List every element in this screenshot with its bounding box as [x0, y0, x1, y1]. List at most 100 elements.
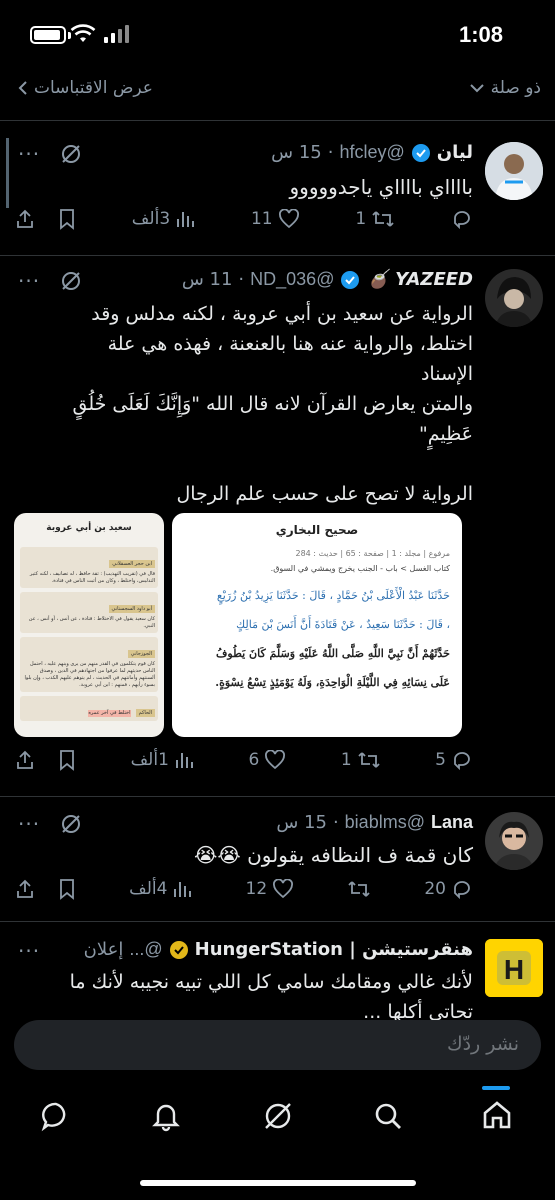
separator-dot: ·	[327, 142, 334, 163]
author-name[interactable]: هنقرستيشن | HungerStation	[195, 939, 473, 960]
search-icon[interactable]	[372, 1100, 404, 1132]
image-hadith-line: عَلَى نِسَائِهِ فِي اللَّيْلَةِ الْوَاحِ…	[215, 676, 450, 689]
bookmark-icon[interactable]	[58, 749, 76, 771]
share-icon[interactable]	[14, 878, 36, 900]
post-time[interactable]: 11 س	[182, 269, 233, 290]
post-text-line: تحاتي أكلها ...	[363, 1001, 473, 1021]
grok-icon[interactable]	[262, 1100, 294, 1132]
narrator-tag: الجوزجاني	[127, 650, 155, 658]
promoted-post[interactable]: H هنقرستيشن | HungerStation @... إعلان ·…	[0, 921, 555, 1021]
like-count: 12	[245, 879, 268, 899]
reply-composer[interactable]: نشر ردّك	[14, 1020, 541, 1070]
views-count: 3ألف	[131, 209, 171, 229]
repost-count: 1	[340, 750, 352, 770]
avatar[interactable]	[485, 812, 543, 870]
repost-icon	[358, 752, 380, 768]
repost-button[interactable]: 1	[355, 208, 395, 230]
author-name[interactable]: ليان	[437, 142, 473, 163]
chevron-left-icon	[18, 81, 27, 95]
status-bar: 1:08	[0, 0, 555, 70]
repost-count: 1	[355, 209, 367, 229]
avatar-image	[485, 812, 543, 870]
hungerstation-logo-icon: H	[485, 939, 543, 997]
battery-icon	[30, 26, 66, 44]
like-button[interactable]: 6	[248, 750, 286, 770]
avatar[interactable]: H	[485, 939, 543, 997]
svg-text:H: H	[504, 954, 524, 985]
more-options-icon[interactable]: ···	[18, 812, 40, 836]
save-share-group	[14, 749, 76, 771]
post-text: كان قمة ف النظافه يقولون 😭😭	[193, 843, 473, 867]
post-time[interactable]: 15 س	[276, 812, 327, 833]
views-button[interactable]: 1ألف	[131, 750, 194, 770]
repost-icon	[372, 211, 394, 227]
post-time[interactable]: 15 س	[271, 142, 322, 163]
narrator-text: اختلط في آخر عمره	[88, 710, 131, 717]
reply-button[interactable]: 20	[424, 878, 473, 900]
reply-post[interactable]: Lana @biablms · 15 س ··· كان قمة ف النظا…	[0, 796, 555, 921]
view-quotes-link[interactable]: عرض الاقتباسات	[18, 78, 153, 98]
verified-badge-icon	[411, 143, 430, 162]
home-icon[interactable]	[480, 1098, 514, 1132]
share-icon[interactable]	[14, 749, 36, 771]
post-text: الرواية عن سعيد بن أبي عروبة ، لكنه مدلس…	[13, 299, 473, 509]
heart-icon	[265, 750, 286, 770]
more-options-icon[interactable]: ···	[18, 939, 40, 963]
bookmark-icon[interactable]	[58, 878, 76, 900]
narrator-block: أبو داود السجستاني كان سعيد يقول في الاخ…	[20, 592, 158, 633]
post-text-line: لأنك غالي ومقامك سامي كل اللي تبيه نجيبه…	[69, 971, 473, 993]
post-actions: 5 1 6 1ألف	[14, 749, 473, 771]
chevron-down-icon	[469, 84, 484, 93]
reply-icon	[454, 752, 470, 771]
reply-button[interactable]: 5	[435, 749, 473, 771]
narrator-block: الحاكم اختلط في آخر عمره	[20, 696, 158, 721]
narrator-block: ابن حجر العسقلاني قال في (تقريب التهذيب)…	[20, 547, 158, 588]
reply-button[interactable]	[451, 208, 473, 230]
post-image-narrator[interactable]: سعيد بن أبي عروبة ابن حجر العسقلاني قال …	[14, 513, 164, 737]
sort-relevant-dropdown[interactable]: ذو صلة	[469, 78, 541, 98]
repost-button[interactable]: 1	[341, 749, 381, 771]
author-handle[interactable]: @hfcley	[339, 142, 404, 163]
image-hadith-line: ، قَالَ : حَدَّثَنَا سَعِيدٌ ، عَنْ قَتَ…	[236, 618, 450, 631]
author-name[interactable]: Lana	[431, 812, 473, 833]
grok-icon[interactable]	[60, 143, 82, 165]
views-button[interactable]: 4ألف	[129, 879, 192, 899]
author-handle[interactable]: @biablms	[345, 812, 425, 833]
post-header: Lana @biablms · 15 س	[276, 812, 473, 833]
narrator-block: الجوزجاني كان قوم يتكلمون في القدر منهم …	[20, 637, 158, 692]
repost-button[interactable]	[347, 878, 371, 900]
author-name[interactable]: YAZEED 🧉	[366, 269, 473, 290]
image-hadith-line: حَدَّثَهُمْ أَنَّ نَبِيَّ اللَّهِ صَلَّى…	[216, 647, 450, 660]
narrator-tag: ابن حجر العسقلاني	[109, 560, 155, 568]
reply-count: 5	[435, 750, 446, 770]
views-count: 1ألف	[130, 750, 169, 770]
ad-label: إعلان	[83, 939, 124, 960]
post-header: YAZEED 🧉 @ND_036 · 11 س	[182, 269, 473, 290]
save-share-group	[14, 878, 76, 900]
replies-filter-bar: عرض الاقتباسات ذو صلة	[0, 72, 555, 112]
grok-icon[interactable]	[60, 813, 82, 835]
like-button[interactable]: 11	[251, 209, 300, 229]
notifications-icon[interactable]	[150, 1100, 182, 1132]
author-handle[interactable]: @...	[129, 939, 162, 960]
reply-post[interactable]: YAZEED 🧉 @ND_036 · 11 س ··· الرواية عن س…	[0, 255, 555, 795]
bookmark-icon[interactable]	[58, 208, 76, 230]
views-button[interactable]: 3ألف	[132, 209, 195, 229]
like-count: 11	[250, 209, 273, 229]
post-header: ليان @hfcley · 15 س	[271, 142, 473, 163]
reply-placeholder: نشر ردّك	[446, 1033, 519, 1055]
post-text-line: الرواية عن سعيد بن أبي عروبة ، لكنه مدلس…	[91, 303, 473, 325]
reply-count: 20	[424, 879, 446, 899]
avatar[interactable]	[485, 269, 543, 327]
like-button[interactable]: 12	[246, 879, 295, 899]
messages-icon[interactable]	[40, 1100, 72, 1132]
more-options-icon[interactable]: ···	[18, 142, 40, 166]
grok-icon[interactable]	[60, 270, 82, 292]
avatar[interactable]	[485, 142, 543, 200]
status-time: 1:08	[458, 22, 503, 47]
author-handle[interactable]: @ND_036	[250, 269, 334, 290]
reply-post[interactable]: ليان @hfcley · 15 س ··· بااااي بااااي يا…	[0, 120, 555, 255]
post-image-bukhari[interactable]: صحيح البخاري مرفوع | مجلد : 1 | صفحة : 6…	[172, 513, 462, 737]
share-icon[interactable]	[14, 208, 36, 230]
more-options-icon[interactable]: ···	[18, 269, 40, 293]
